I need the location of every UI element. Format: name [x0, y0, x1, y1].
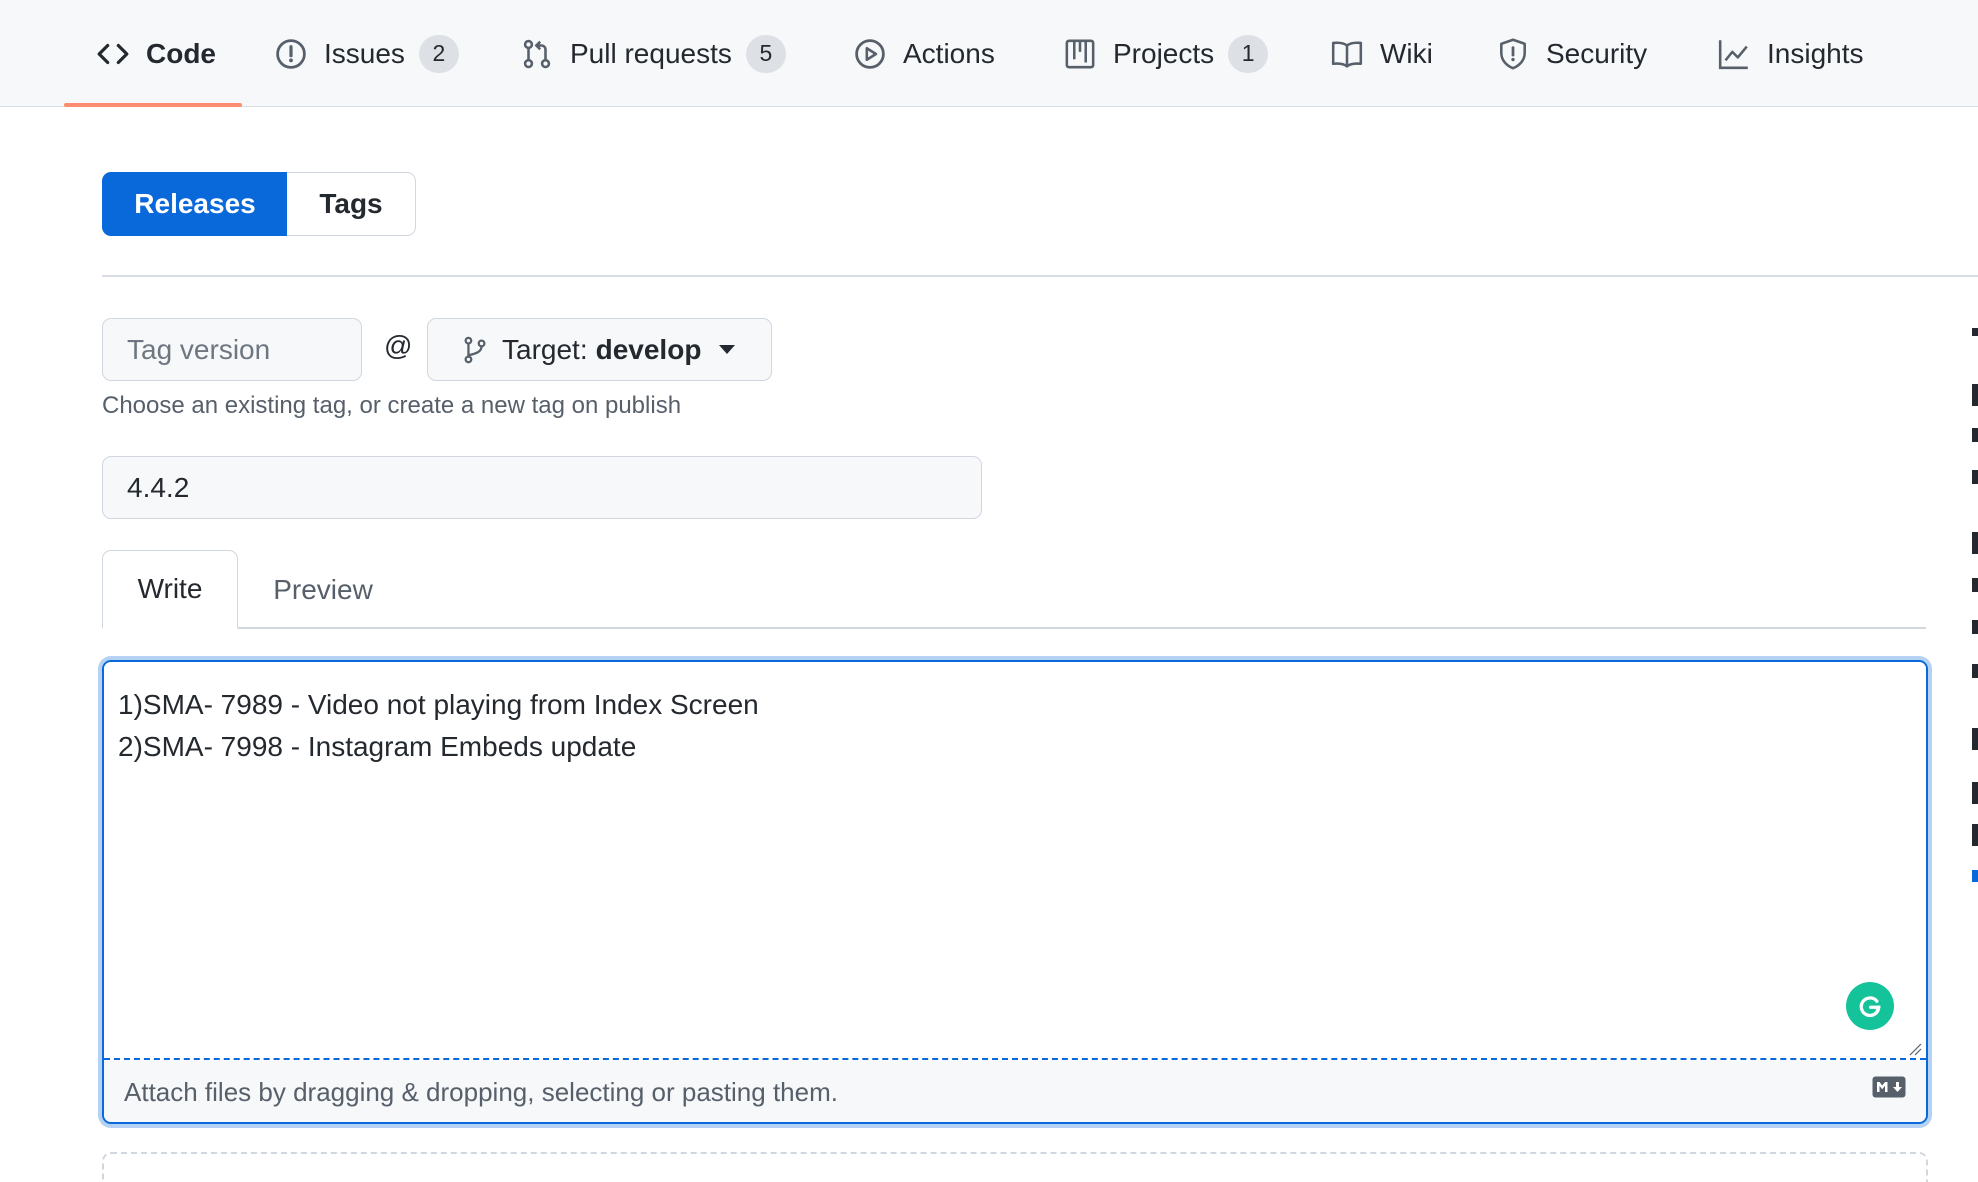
git-branch-icon	[460, 335, 490, 365]
tag-hint-text: Choose an existing tag, or create a new …	[102, 392, 682, 419]
tab-write[interactable]: Write	[102, 550, 238, 629]
target-branch-name: develop	[595, 333, 702, 365]
release-title-input[interactable]	[102, 456, 982, 519]
tab-wiki-label: Wiki	[1380, 37, 1433, 69]
tab-actions-label: Actions	[903, 37, 995, 69]
tab-code-label: Code	[146, 37, 216, 69]
release-notes-editor: Attach files by dragging & dropping, sel…	[102, 660, 1928, 1124]
tab-issues-label: Issues	[324, 37, 405, 69]
resize-handle-icon[interactable]	[1908, 1042, 1922, 1056]
issues-count-badge: 2	[418, 34, 459, 73]
shield-icon	[1496, 37, 1530, 71]
issue-icon	[274, 37, 308, 71]
repo-nav: Code Issues 2 Pull requests 5 Actions Pr…	[0, 0, 1978, 107]
tag-version-input[interactable]	[102, 318, 362, 381]
tab-projects-label: Projects	[1113, 37, 1215, 69]
active-tab-underline	[64, 103, 242, 107]
book-icon	[1330, 37, 1364, 71]
tags-tab-button[interactable]: Tags	[287, 172, 416, 236]
tab-actions[interactable]: Actions	[853, 0, 995, 107]
projects-count-badge: 1	[1228, 34, 1269, 73]
target-branch-dropdown[interactable]: Target: develop	[427, 318, 772, 381]
tab-insights-label: Insights	[1767, 37, 1864, 69]
pull-requests-count-badge: 5	[745, 34, 786, 73]
tab-code[interactable]: Code	[96, 0, 216, 107]
release-notes-textarea[interactable]	[104, 662, 1926, 1058]
target-prefix-label: Target:	[502, 333, 588, 365]
project-icon	[1063, 37, 1097, 71]
tab-security-label: Security	[1546, 37, 1648, 69]
section-divider	[102, 275, 1978, 277]
markdown-icon[interactable]	[1872, 1076, 1906, 1098]
attach-files-area[interactable]: Attach files by dragging & dropping, sel…	[104, 1060, 1926, 1122]
attach-files-text: Attach files by dragging & dropping, sel…	[124, 1076, 838, 1107]
chevron-down-icon	[719, 345, 736, 354]
tab-pull-requests[interactable]: Pull requests 5	[520, 0, 786, 107]
grammarly-icon[interactable]	[1846, 982, 1894, 1030]
tab-pull-requests-label: Pull requests	[570, 37, 732, 69]
tab-preview[interactable]: Preview	[238, 550, 408, 629]
tab-insights[interactable]: Insights	[1717, 0, 1864, 107]
releases-tab-button[interactable]: Releases	[102, 172, 288, 236]
at-symbol: @	[384, 330, 413, 361]
release-assets-dropzone[interactable]	[102, 1152, 1928, 1182]
pull-request-icon	[520, 37, 554, 71]
graph-icon	[1717, 37, 1751, 71]
tab-projects[interactable]: Projects 1	[1063, 0, 1269, 107]
play-icon	[853, 37, 887, 71]
tab-security[interactable]: Security	[1496, 0, 1647, 107]
tab-wiki[interactable]: Wiki	[1330, 0, 1433, 107]
code-icon	[96, 37, 130, 71]
tab-issues[interactable]: Issues 2	[274, 0, 459, 107]
